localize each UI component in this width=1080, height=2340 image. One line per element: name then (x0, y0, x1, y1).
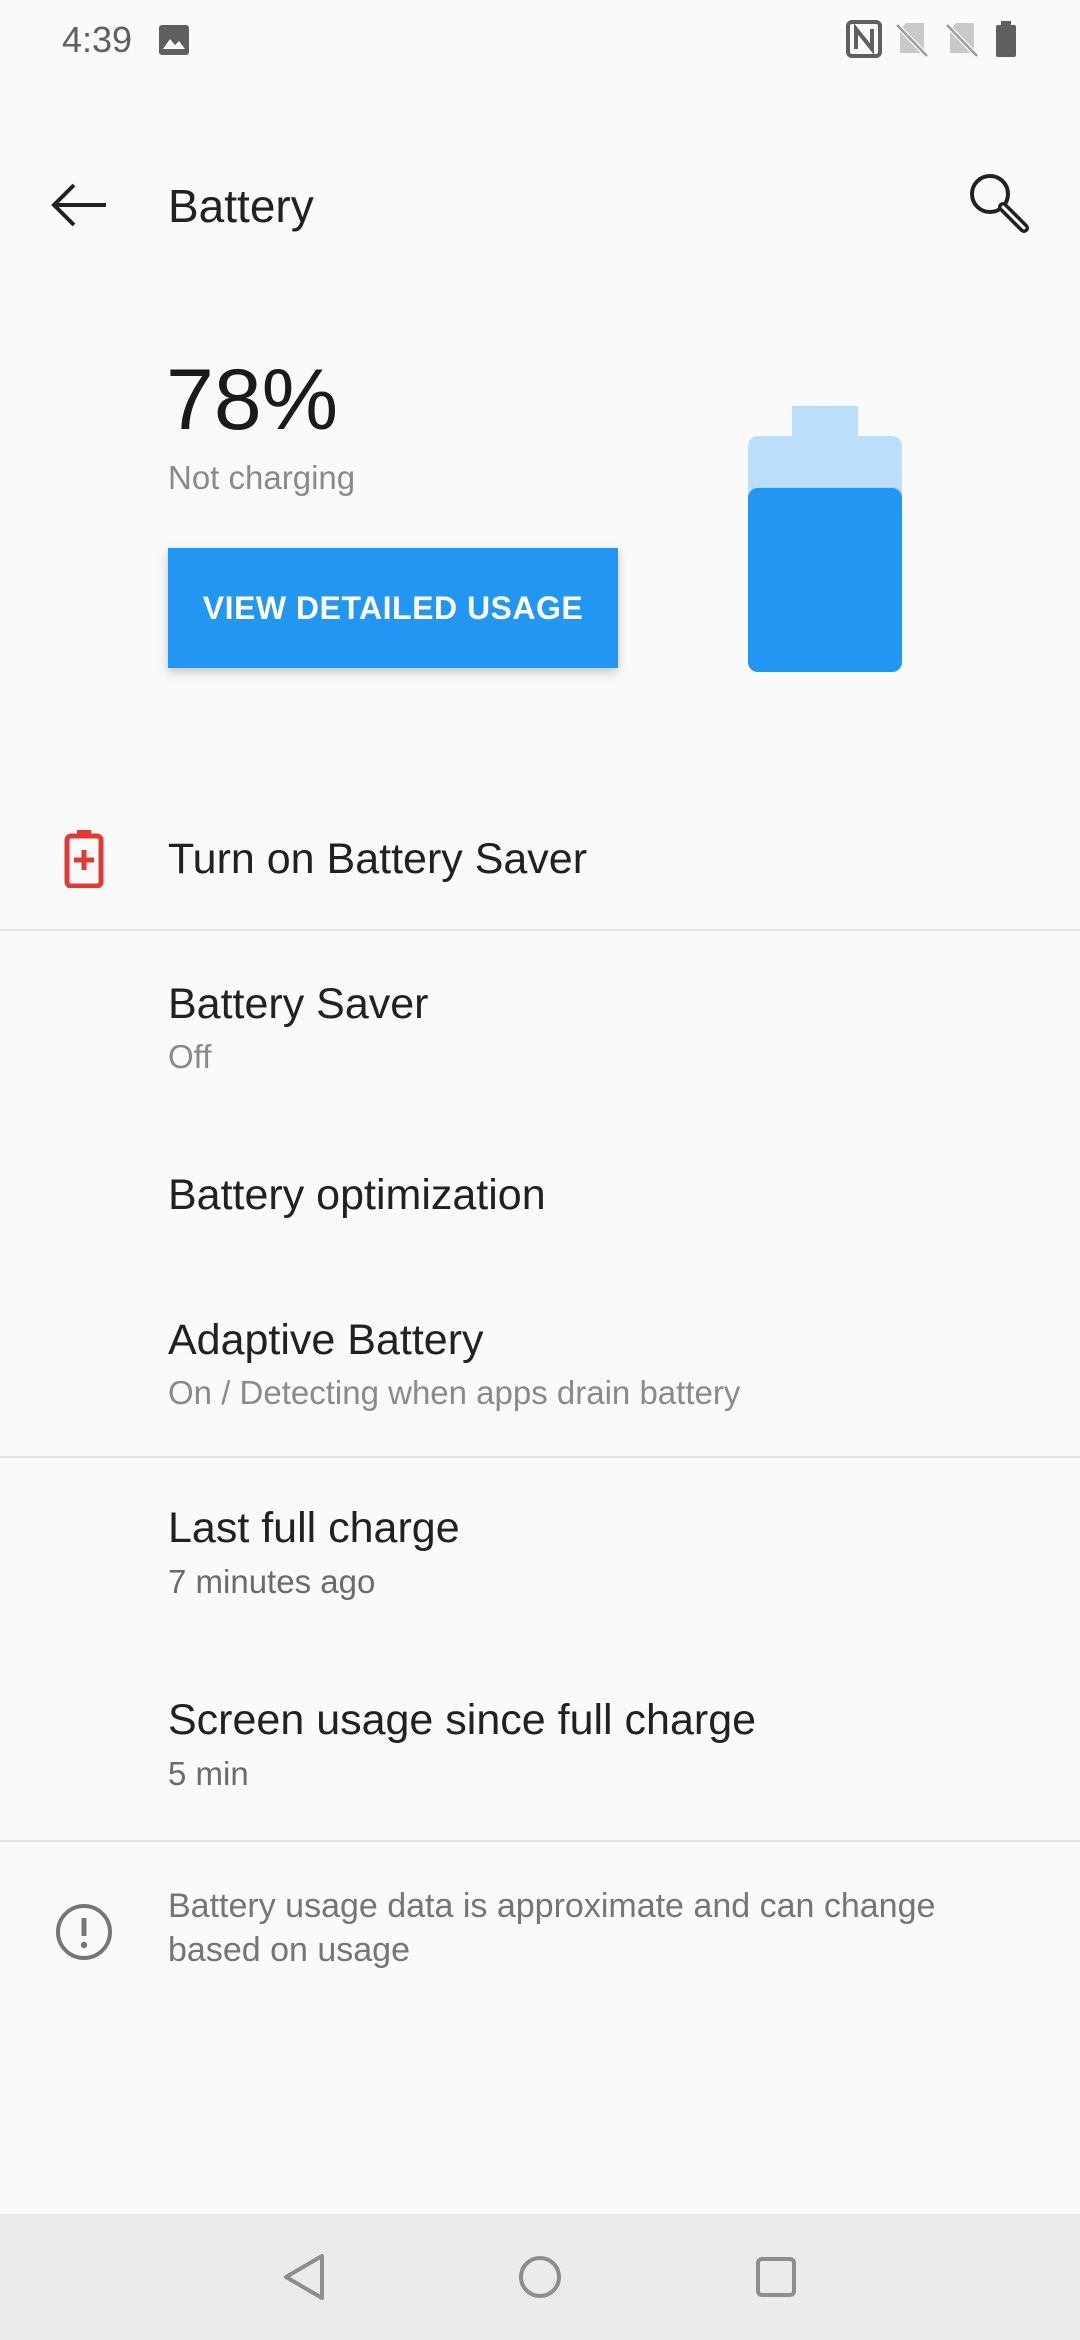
adaptive-battery-row[interactable] (0, 1280, 1080, 1450)
divider (0, 929, 1080, 931)
nav-back-icon[interactable] (280, 2250, 330, 2304)
sim-off-icon (945, 23, 979, 58)
turn-on-battery-saver-label: Turn on Battery Saver (168, 835, 588, 883)
adaptive-battery-title: Adaptive Battery (168, 1316, 484, 1364)
screen-usage-value: 5 min (168, 1755, 249, 1792)
battery-icon (996, 21, 1016, 57)
nfc-icon (846, 20, 882, 58)
page-title: Battery (168, 180, 314, 232)
search-icon (970, 174, 1029, 233)
battery-saver-icon (64, 830, 104, 888)
battery-usage-info-text: Battery usage data is approximate and ca… (168, 1887, 936, 1969)
battery-saver-title: Battery Saver (168, 980, 429, 1028)
view-detailed-usage-button[interactable]: VIEW DETAILED USAGE (168, 548, 618, 668)
divider (0, 1456, 1080, 1458)
adaptive-battery-status: On / Detecting when apps drain battery (168, 1374, 741, 1411)
divider (0, 1840, 1080, 1842)
sim-off-icon (895, 23, 929, 58)
battery-level-fill (748, 487, 902, 672)
status-time: 4:39 (62, 19, 133, 60)
battery-saver-row[interactable] (0, 932, 1080, 1102)
nav-recents-icon[interactable] (752, 2250, 800, 2304)
battery-saver-status: Off (168, 1038, 212, 1075)
charging-status: Not charging (168, 459, 356, 496)
battery-percent: 78% (166, 352, 339, 448)
last-full-charge-title: Last full charge (168, 1504, 460, 1552)
info-icon (56, 1904, 112, 1960)
search-button[interactable] (962, 166, 1036, 240)
battery-optimization-title: Battery optimization (168, 1171, 546, 1219)
back-arrow-icon (51, 183, 106, 227)
back-button[interactable] (44, 170, 114, 240)
battery-level-graphic (748, 406, 902, 672)
nav-home-icon[interactable] (514, 2250, 566, 2304)
gallery-icon (159, 25, 189, 55)
screen-usage-title: Screen usage since full charge (168, 1696, 757, 1744)
last-full-charge-value: 7 minutes ago (168, 1563, 376, 1600)
